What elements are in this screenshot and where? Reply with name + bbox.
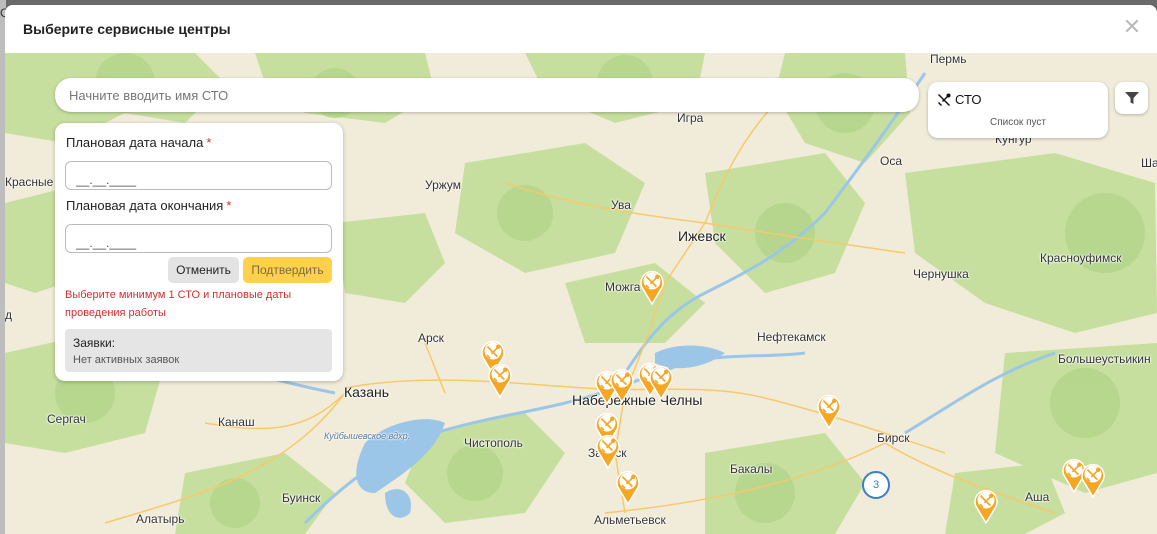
wrench-pin-icon — [817, 394, 841, 430]
start-date-label: Плановая дата начала * — [66, 135, 211, 150]
wrench-pin-icon — [974, 489, 998, 525]
sto-empty-message: Список пуст — [990, 117, 1046, 128]
wrench-pin-icon — [1081, 463, 1105, 499]
map-label-asha: Аша — [1025, 490, 1050, 504]
end-date-label-text: Плановая дата окончания — [66, 198, 224, 213]
orders-empty-message: Нет активных заявок — [73, 354, 180, 366]
map-label-neftekamsk: Нефтекамск — [757, 330, 826, 344]
end-date-label: Плановая дата окончания * — [66, 198, 231, 213]
service-center-pin[interactable] — [1080, 462, 1106, 499]
service-center-pin[interactable] — [609, 367, 635, 404]
required-mark: * — [226, 198, 232, 213]
map-label-igra: Игра — [677, 111, 704, 125]
tools-icon — [938, 93, 951, 106]
map-label-krasnye: Красные — [5, 175, 54, 189]
filter-button[interactable] — [1115, 82, 1148, 114]
service-center-pin[interactable] — [487, 362, 513, 399]
map-label-buinsk: Буинск — [282, 491, 321, 505]
service-center-modal: Выберите сервисные центры ✕ Пермь Красны… — [5, 5, 1157, 534]
close-icon[interactable]: ✕ — [1121, 16, 1143, 38]
map-cluster-badge[interactable]: 3 — [862, 471, 890, 499]
map-label-izhevsk: Ижевск — [678, 228, 726, 244]
map-label-osa: Оса — [880, 154, 903, 168]
map-label-chernushka: Чернушка — [913, 267, 969, 281]
map-label-alatyr: Алатырь — [136, 512, 185, 526]
map-label-bolsheustikinskoe: Большеустьикин — [1058, 352, 1151, 366]
service-center-pin[interactable] — [816, 393, 842, 430]
sto-title-label: СТО — [955, 92, 982, 107]
wrench-pin-icon — [596, 434, 620, 470]
orders-box: Заявки: Нет активных заявок — [65, 329, 332, 372]
map-label-birsk: Бирск — [877, 431, 910, 445]
cancel-button[interactable]: Отменить — [168, 257, 239, 283]
map-label-almetyevsk: Альметьевск — [594, 513, 666, 527]
wrench-pin-icon — [610, 368, 634, 404]
date-form-panel: Плановая дата начала* Плановая дата окон… — [55, 123, 343, 381]
wrench-pin-icon — [488, 363, 512, 399]
required-mark: * — [206, 135, 212, 150]
map[interactable]: Пермь Красные Уржум Игра Оса Кунгур Ша У… — [5, 53, 1157, 534]
wrench-pin-icon — [616, 470, 640, 506]
wrench-pin-icon — [640, 270, 664, 306]
service-center-pin[interactable] — [973, 488, 999, 525]
start-date-label-text: Плановая дата начала — [66, 135, 204, 150]
map-label-reservoir: Куйбышевское вдхр. — [324, 431, 411, 441]
map-label-mozhga: Можга — [605, 280, 641, 294]
sto-title: СТО — [937, 92, 981, 107]
sto-panel: СТО Список пуст — [928, 82, 1108, 138]
start-date-input[interactable] — [65, 161, 332, 190]
map-label-krasnoufimsk: Красноуфимск — [1040, 251, 1122, 265]
search-input[interactable] — [55, 78, 919, 112]
service-center-pin[interactable] — [639, 269, 665, 306]
map-label-arsk: Арск — [418, 331, 444, 345]
modal-header: Выберите сервисные центры ✕ — [5, 5, 1157, 53]
end-date-input[interactable] — [65, 224, 332, 253]
map-label-uva: Ува — [611, 198, 631, 212]
map-label-d: д — [5, 308, 13, 322]
service-center-pin[interactable] — [595, 433, 621, 470]
service-center-pin[interactable] — [615, 469, 641, 506]
map-label-sha: Ша — [1141, 156, 1157, 170]
confirm-button[interactable]: Подтвердить — [243, 257, 332, 283]
map-label-sergach: Сергач — [47, 412, 86, 426]
map-label-bakaly: Бакалы — [730, 462, 773, 476]
wrench-pin-icon — [649, 365, 673, 401]
validation-error: Выберите минимум 1 СТО и плановые даты п… — [65, 289, 292, 319]
map-label-perm: Пермь — [930, 53, 967, 66]
service-center-pin[interactable] — [648, 364, 674, 401]
map-label-urzhum: Уржум — [425, 178, 462, 192]
map-label-kanash: Канаш — [218, 415, 255, 429]
map-label-chistopol: Чистополь — [464, 436, 523, 450]
map-label-kazan: Казань — [344, 384, 390, 400]
filter-icon — [1124, 92, 1139, 104]
modal-title: Выберите сервисные центры — [23, 21, 231, 37]
orders-title: Заявки: — [73, 336, 116, 350]
